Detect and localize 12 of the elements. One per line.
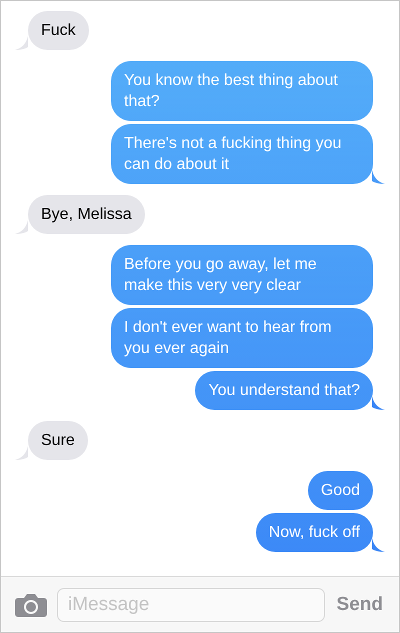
message-bubble: There's not a fucking thing you can do about it xyxy=(111,124,373,184)
message-bubble: Good xyxy=(308,471,373,510)
camera-icon[interactable] xyxy=(15,592,47,616)
message-bubble: Bye, Melissa xyxy=(28,195,145,234)
send-button[interactable]: Send xyxy=(334,594,385,616)
message-bubble: I don't ever want to hear from you ever again xyxy=(111,308,373,368)
message-bubble: Before you go away, let me make this very very clear xyxy=(111,245,373,305)
message-bubble: Fuck xyxy=(28,11,89,50)
message-bubble: Sure xyxy=(28,421,88,460)
message-bubble: You know the best thing about that? xyxy=(111,61,373,121)
message-bubble: Now, fuck off xyxy=(256,513,373,552)
message-bubble: You understand that? xyxy=(195,371,373,410)
